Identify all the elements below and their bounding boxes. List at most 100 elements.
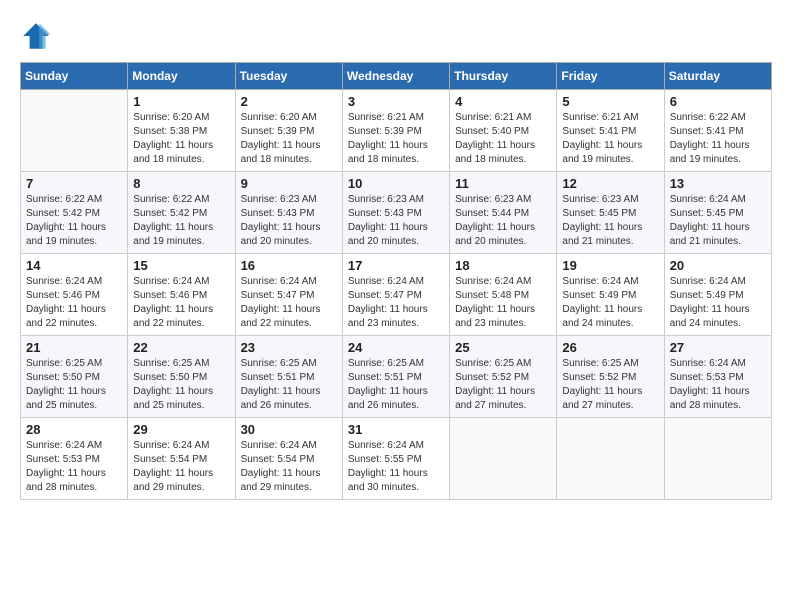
calendar-cell: 8Sunrise: 6:22 AM Sunset: 5:42 PM Daylig… xyxy=(128,172,235,254)
day-info: Sunrise: 6:24 AM Sunset: 5:54 PM Dayligh… xyxy=(133,439,229,495)
calendar-week-row: 21 Sunrise: 6:25 AM Sunset: 5:50 PM Dayli… xyxy=(21,336,772,418)
day-header-sunday: Sunday xyxy=(21,63,128,90)
day-number: 13 xyxy=(670,176,766,191)
day-number: 15 xyxy=(133,258,229,273)
calendar-cell: 2 Sunrise: 6:20 AM Sunset: 5:39 PM Daylig… xyxy=(235,90,342,172)
calendar-cell: 3 Sunrise: 6:21 AM Sunset: 5:39 PM Daylig… xyxy=(342,90,449,172)
day-header-friday: Friday xyxy=(557,63,664,90)
logo-icon xyxy=(20,20,52,52)
calendar-cell: 6 Sunrise: 6:22 AM Sunset: 5:41 PM Daylig… xyxy=(664,90,771,172)
calendar-cell: 21 Sunrise: 6:25 AM Sunset: 5:50 PM Dayli… xyxy=(21,336,128,418)
day-info: Sunrise: 6:22 AM Sunset: 5:41 PM Dayligh… xyxy=(670,111,766,167)
day-info: Sunrise: 6:25 AM Sunset: 5:52 PM Dayligh… xyxy=(562,357,658,413)
day-info: Sunrise: 6:24 AM Sunset: 5:54 PM Dayligh… xyxy=(241,439,337,495)
calendar-cell: 5 Sunrise: 6:21 AM Sunset: 5:41 PM Daylig… xyxy=(557,90,664,172)
day-header-saturday: Saturday xyxy=(664,63,771,90)
day-info: Sunrise: 6:24 AM Sunset: 5:49 PM Dayligh… xyxy=(562,275,658,331)
day-info: Sunrise: 6:24 AM Sunset: 5:47 PM Dayligh… xyxy=(348,275,444,331)
day-header-thursday: Thursday xyxy=(450,63,557,90)
calendar-cell xyxy=(450,418,557,500)
calendar-cell: 31 Sunrise: 6:24 AM Sunset: 5:55 PM Dayli… xyxy=(342,418,449,500)
logo xyxy=(20,20,56,52)
day-number: 10 xyxy=(348,176,444,191)
day-number: 7 xyxy=(26,176,122,191)
day-info: Sunrise: 6:22 AM Sunset: 5:42 PM Dayligh… xyxy=(26,193,122,249)
day-number: 23 xyxy=(241,340,337,355)
day-number: 25 xyxy=(455,340,551,355)
day-number: 21 xyxy=(26,340,122,355)
day-number: 17 xyxy=(348,258,444,273)
calendar-cell: 16 Sunrise: 6:24 AM Sunset: 5:47 PM Dayli… xyxy=(235,254,342,336)
day-number: 26 xyxy=(562,340,658,355)
calendar-cell: 28Sunrise: 6:24 AM Sunset: 5:53 PM Dayli… xyxy=(21,418,128,500)
day-info: Sunrise: 6:24 AM Sunset: 5:47 PM Dayligh… xyxy=(241,275,337,331)
day-info: Sunrise: 6:23 AM Sunset: 5:45 PM Dayligh… xyxy=(562,193,658,249)
calendar-cell xyxy=(21,90,128,172)
day-number: 3 xyxy=(348,94,444,109)
calendar-cell: 18 Sunrise: 6:24 AM Sunset: 5:48 PM Dayli… xyxy=(450,254,557,336)
day-info: Sunrise: 6:24 AM Sunset: 5:46 PM Dayligh… xyxy=(26,275,122,331)
day-number: 16 xyxy=(241,258,337,273)
calendar-cell: 29 Sunrise: 6:24 AM Sunset: 5:54 PM Dayli… xyxy=(128,418,235,500)
day-number: 5 xyxy=(562,94,658,109)
day-number: 14 xyxy=(26,258,122,273)
day-number: 11 xyxy=(455,176,551,191)
day-number: 22 xyxy=(133,340,229,355)
calendar-cell: 9Sunrise: 6:23 AM Sunset: 5:43 PM Daylig… xyxy=(235,172,342,254)
calendar-cell: 13 Sunrise: 6:24 AM Sunset: 5:45 PM Dayli… xyxy=(664,172,771,254)
day-info: Sunrise: 6:21 AM Sunset: 5:41 PM Dayligh… xyxy=(562,111,658,167)
day-number: 20 xyxy=(670,258,766,273)
day-info: Sunrise: 6:25 AM Sunset: 5:52 PM Dayligh… xyxy=(455,357,551,413)
day-info: Sunrise: 6:24 AM Sunset: 5:46 PM Dayligh… xyxy=(133,275,229,331)
calendar-cell: 12 Sunrise: 6:23 AM Sunset: 5:45 PM Dayli… xyxy=(557,172,664,254)
day-info: Sunrise: 6:23 AM Sunset: 5:44 PM Dayligh… xyxy=(455,193,551,249)
day-number: 18 xyxy=(455,258,551,273)
calendar-cell: 30 Sunrise: 6:24 AM Sunset: 5:54 PM Dayli… xyxy=(235,418,342,500)
day-info: Sunrise: 6:21 AM Sunset: 5:39 PM Dayligh… xyxy=(348,111,444,167)
day-info: Sunrise: 6:24 AM Sunset: 5:48 PM Dayligh… xyxy=(455,275,551,331)
day-info: Sunrise: 6:25 AM Sunset: 5:50 PM Dayligh… xyxy=(26,357,122,413)
calendar-cell: 17 Sunrise: 6:24 AM Sunset: 5:47 PM Dayli… xyxy=(342,254,449,336)
day-number: 4 xyxy=(455,94,551,109)
calendar-cell: 24 Sunrise: 6:25 AM Sunset: 5:51 PM Dayli… xyxy=(342,336,449,418)
calendar-week-row: 14 Sunrise: 6:24 AM Sunset: 5:46 PM Dayli… xyxy=(21,254,772,336)
day-info: Sunrise: 6:20 AM Sunset: 5:38 PM Dayligh… xyxy=(133,111,229,167)
calendar-week-row: 28Sunrise: 6:24 AM Sunset: 5:53 PM Dayli… xyxy=(21,418,772,500)
calendar-cell xyxy=(664,418,771,500)
day-number: 6 xyxy=(670,94,766,109)
calendar-cell xyxy=(557,418,664,500)
calendar-header-row: SundayMondayTuesdayWednesdayThursdayFrid… xyxy=(21,63,772,90)
day-number: 2 xyxy=(241,94,337,109)
day-info: Sunrise: 6:24 AM Sunset: 5:45 PM Dayligh… xyxy=(670,193,766,249)
day-number: 12 xyxy=(562,176,658,191)
calendar-cell: 22 Sunrise: 6:25 AM Sunset: 5:50 PM Dayli… xyxy=(128,336,235,418)
calendar-cell: 10 Sunrise: 6:23 AM Sunset: 5:43 PM Dayli… xyxy=(342,172,449,254)
calendar-cell: 26 Sunrise: 6:25 AM Sunset: 5:52 PM Dayli… xyxy=(557,336,664,418)
day-number: 19 xyxy=(562,258,658,273)
calendar-cell: 15 Sunrise: 6:24 AM Sunset: 5:46 PM Dayli… xyxy=(128,254,235,336)
day-number: 27 xyxy=(670,340,766,355)
calendar-cell: 23Sunrise: 6:25 AM Sunset: 5:51 PM Dayli… xyxy=(235,336,342,418)
day-number: 8 xyxy=(133,176,229,191)
calendar-cell: 4Sunrise: 6:21 AM Sunset: 5:40 PM Daylig… xyxy=(450,90,557,172)
calendar-cell: 20Sunrise: 6:24 AM Sunset: 5:49 PM Dayli… xyxy=(664,254,771,336)
calendar-week-row: 1Sunrise: 6:20 AM Sunset: 5:38 PM Daylig… xyxy=(21,90,772,172)
day-number: 29 xyxy=(133,422,229,437)
day-header-wednesday: Wednesday xyxy=(342,63,449,90)
day-number: 28 xyxy=(26,422,122,437)
calendar-cell: 27 Sunrise: 6:24 AM Sunset: 5:53 PM Dayli… xyxy=(664,336,771,418)
calendar-cell: 14 Sunrise: 6:24 AM Sunset: 5:46 PM Dayli… xyxy=(21,254,128,336)
day-info: Sunrise: 6:25 AM Sunset: 5:51 PM Dayligh… xyxy=(348,357,444,413)
calendar-table: SundayMondayTuesdayWednesdayThursdayFrid… xyxy=(20,62,772,500)
day-info: Sunrise: 6:24 AM Sunset: 5:53 PM Dayligh… xyxy=(670,357,766,413)
day-info: Sunrise: 6:25 AM Sunset: 5:50 PM Dayligh… xyxy=(133,357,229,413)
day-number: 30 xyxy=(241,422,337,437)
day-info: Sunrise: 6:23 AM Sunset: 5:43 PM Dayligh… xyxy=(348,193,444,249)
calendar-cell: 7 Sunrise: 6:22 AM Sunset: 5:42 PM Daylig… xyxy=(21,172,128,254)
day-info: Sunrise: 6:23 AM Sunset: 5:43 PM Dayligh… xyxy=(241,193,337,249)
day-number: 31 xyxy=(348,422,444,437)
day-number: 24 xyxy=(348,340,444,355)
day-info: Sunrise: 6:20 AM Sunset: 5:39 PM Dayligh… xyxy=(241,111,337,167)
day-header-tuesday: Tuesday xyxy=(235,63,342,90)
day-info: Sunrise: 6:24 AM Sunset: 5:55 PM Dayligh… xyxy=(348,439,444,495)
